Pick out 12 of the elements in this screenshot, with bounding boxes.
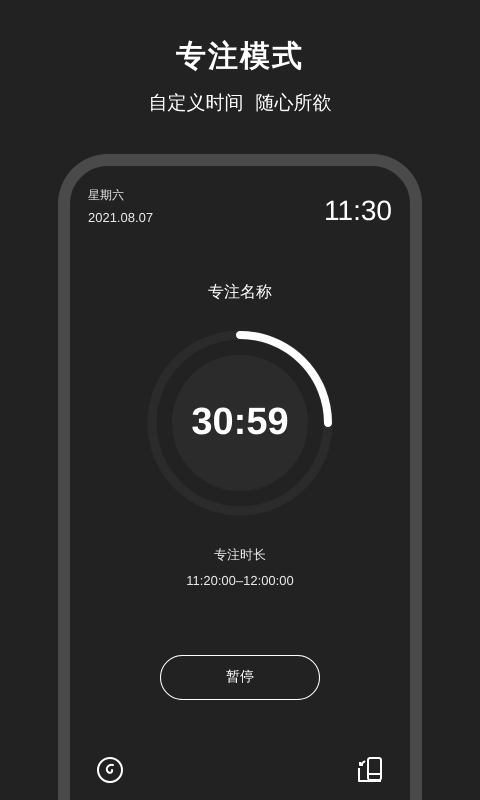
duration-range: 11:20:00–12:00:00 xyxy=(186,572,294,590)
weekday-label: 星期六 xyxy=(88,186,125,204)
focus-name: 专注名称 xyxy=(208,280,272,302)
timer-remaining: 30:59 xyxy=(191,400,289,445)
date-label: 2021.08.07 xyxy=(88,208,154,226)
phone-rotate-icon[interactable] xyxy=(356,756,384,784)
clock-time: 11:30 xyxy=(324,194,392,228)
headline-subtitle: 自定义时间 随心所欲 xyxy=(148,91,332,116)
swirl-icon[interactable] xyxy=(96,756,124,784)
pause-button[interactable]: 暂停 xyxy=(160,654,320,700)
duration-label: 专注时长 xyxy=(214,546,266,564)
headline-title: 专注模式 xyxy=(176,38,304,76)
